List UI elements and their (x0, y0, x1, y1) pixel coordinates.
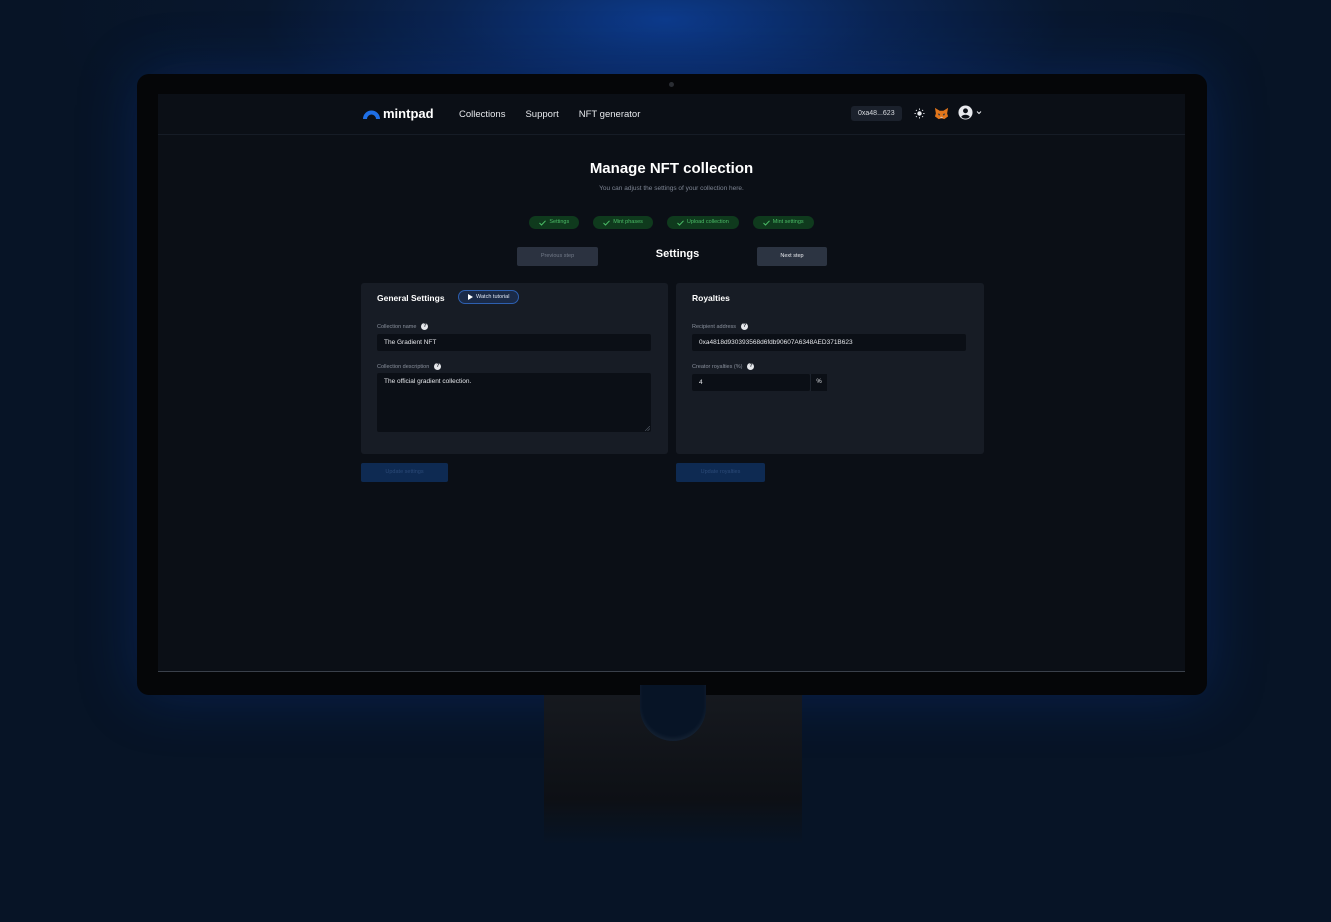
step-mint-settings[interactable]: Mint settings (752, 216, 814, 229)
sun-icon[interactable] (914, 108, 925, 119)
recipient-address-label: Recipient address ? (692, 323, 749, 330)
nav-link-collections[interactable]: Collections (459, 109, 505, 120)
monitor-frame: mintpad Collections Support NFT generato… (137, 74, 1207, 695)
logo[interactable]: mintpad (363, 106, 434, 121)
help-icon[interactable]: ? (741, 323, 749, 330)
logo-icon (363, 110, 380, 119)
step-label: Settings (549, 219, 570, 225)
help-icon[interactable]: ? (434, 363, 442, 370)
top-navbar: mintpad Collections Support NFT generato… (158, 94, 1185, 135)
collection-description-textarea[interactable]: The official gradient collection. (377, 373, 651, 432)
chevron-down-icon[interactable] (976, 110, 982, 115)
watch-tutorial-button[interactable]: Watch tutorial (458, 290, 520, 304)
progress-steps: Settings Mint phases Upload collection M… (158, 216, 1185, 229)
collection-description-label-text: Collection description (377, 363, 430, 370)
previous-step-button[interactable]: Previous step (517, 247, 598, 266)
wallet-address-button[interactable]: 0xa48...623 (851, 106, 902, 121)
nav-link-support[interactable]: Support (525, 109, 558, 120)
help-icon[interactable]: ? (421, 323, 429, 330)
page-subtitle: You can adjust the settings of your coll… (599, 185, 744, 192)
collection-description-value: The official gradient collection. (384, 378, 472, 385)
logo-text: mintpad (383, 106, 434, 121)
update-royalties-button[interactable]: Update royalties (676, 463, 765, 482)
creator-royalties-label-text: Creator royalties (%) (692, 363, 743, 370)
general-settings-heading: General Settings (377, 293, 445, 303)
royalties-card: Royalties Recipient address ? 0xa4818d93… (676, 283, 984, 454)
creator-royalties-label: Creator royalties (%) ? (692, 363, 755, 370)
collection-name-label: Collection name ? (377, 323, 429, 330)
step-upload-collection[interactable]: Upload collection (666, 216, 739, 229)
creator-royalties-input[interactable]: 4 (692, 374, 810, 391)
collection-description-label: Collection description ? (377, 363, 442, 370)
step-label: Mint settings (772, 219, 804, 225)
nav-links: Collections Support NFT generator (459, 109, 640, 120)
current-step-title: Settings (655, 248, 700, 260)
monitor-stand (544, 685, 802, 845)
stand-cutout (640, 685, 706, 741)
camera-dot (669, 82, 674, 87)
recipient-address-label-text: Recipient address (692, 323, 737, 330)
help-icon[interactable]: ? (747, 363, 755, 370)
next-step-button[interactable]: Next step (757, 247, 827, 266)
step-label: Mint phases (613, 219, 643, 225)
watch-tutorial-label: Watch tutorial (476, 294, 510, 300)
step-label: Upload collection (686, 219, 729, 225)
collection-name-input[interactable]: The Gradient NFT (377, 334, 651, 351)
nav-link-nft-generator[interactable]: NFT generator (579, 109, 641, 120)
recipient-address-input[interactable]: 0xa4818d930393568d6fdb90607A6348AED371B6… (692, 334, 966, 351)
resize-handle-icon[interactable] (645, 426, 650, 431)
percent-suffix: % (810, 374, 827, 391)
check-icon (677, 219, 684, 226)
check-icon (539, 219, 547, 226)
step-settings[interactable]: Settings (529, 216, 580, 229)
collection-name-label-text: Collection name (377, 323, 417, 330)
play-icon (468, 294, 473, 300)
check-icon (762, 219, 770, 226)
user-avatar-icon[interactable] (958, 105, 973, 120)
step-mint-phases[interactable]: Mint phases (593, 216, 653, 229)
metamask-fox-icon[interactable] (934, 106, 949, 121)
app-screen: mintpad Collections Support NFT generato… (158, 94, 1185, 672)
update-settings-button[interactable]: Update settings (361, 463, 448, 482)
check-icon (603, 219, 611, 226)
general-settings-card: General Settings Watch tutorial Collecti… (361, 283, 668, 454)
royalties-heading: Royalties (692, 293, 730, 303)
screen-edge (158, 671, 1185, 672)
page-title: Manage NFT collection (589, 160, 754, 177)
